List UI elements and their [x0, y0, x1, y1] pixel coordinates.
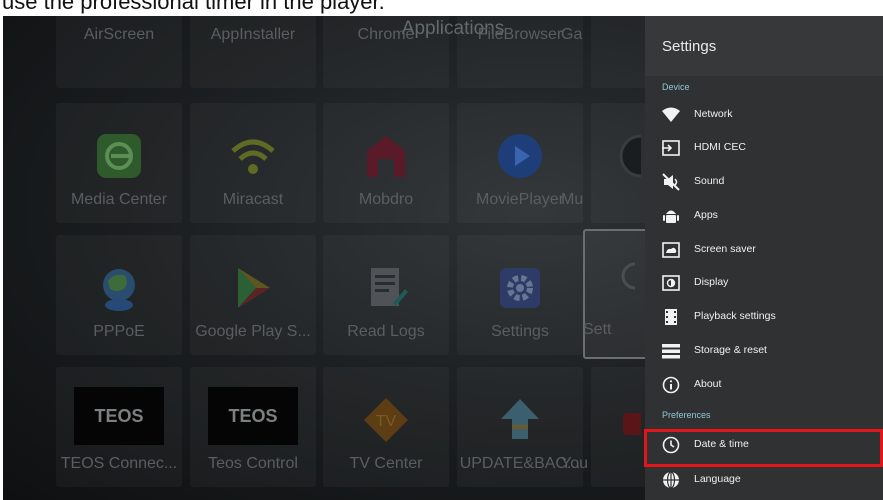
settings-item-about[interactable]: About	[645, 368, 883, 402]
screen-saver-icon	[662, 242, 680, 258]
info-icon	[662, 376, 680, 394]
update-arrow-icon	[501, 399, 539, 439]
movieplayer-icon	[498, 134, 542, 178]
settings-item-label: Sound	[694, 175, 725, 187]
storage-icon	[662, 344, 680, 359]
app-tile-pppoe[interactable]: PPPoE	[56, 235, 182, 355]
mobdro-icon	[367, 136, 405, 177]
settings-item-label: Display	[694, 276, 729, 288]
app-label: Ga	[561, 26, 583, 43]
tv-logo-text: TV	[376, 413, 397, 430]
app-tile-read-logs[interactable]: Read Logs	[323, 235, 449, 355]
teos-logo: TEOS	[208, 387, 298, 445]
settings-header: Settings	[645, 16, 883, 76]
film-icon	[665, 309, 677, 325]
android-icon	[663, 210, 679, 223]
instruction-caption: use the professional timer in the player…	[0, 0, 883, 16]
app-tile-miracast[interactable]: Miracast	[190, 103, 316, 223]
settings-item-screen-saver[interactable]: Screen saver	[645, 233, 883, 267]
settings-gear-icon	[500, 268, 540, 308]
settings-icon	[621, 262, 635, 290]
app-tile-tv-center[interactable]: TV TV Center	[323, 367, 449, 487]
app-tile-airscreen[interactable]: AirScreen	[56, 16, 182, 88]
settings-item-label: Network	[694, 108, 733, 120]
settings-item-label: Storage & reset	[694, 344, 767, 356]
settings-title: Settings	[662, 38, 717, 55]
app-tile-appinstaller[interactable]: AppInstaller	[190, 16, 316, 88]
app-tile-chrome[interactable]: Chrome	[323, 16, 449, 88]
globe-icon	[663, 471, 679, 489]
app-label: You	[561, 455, 588, 472]
app-label: Settings	[491, 323, 549, 340]
section-device-label: Device	[662, 82, 690, 92]
sound-muted-icon	[662, 173, 680, 191]
settings-item-label: HDMI CEC	[694, 141, 746, 153]
settings-panel: Settings Device Network HDMI CEC Sound A…	[645, 16, 883, 500]
pppoe-icon	[103, 269, 135, 311]
hdmi-input-icon	[662, 140, 680, 156]
app-tile-settings[interactable]: Settings	[457, 235, 583, 355]
wifi-icon	[662, 107, 680, 122]
app-tile-teos-control[interactable]: TEOS Teos Control	[190, 367, 316, 487]
app-tile-google-play-store[interactable]: Google Play S...	[190, 235, 316, 355]
settings-item-label: Playback settings	[694, 310, 776, 322]
music-icon	[619, 134, 641, 178]
section-preferences-label: Preferences	[662, 410, 711, 420]
google-play-icon	[238, 268, 270, 308]
date-time-highlight-box	[644, 429, 883, 467]
app-label: Mu	[561, 191, 584, 208]
settings-item-apps[interactable]: Apps	[645, 199, 883, 233]
settings-item-label: Screen saver	[694, 243, 756, 255]
miracast-icon	[231, 139, 275, 174]
settings-item-storage-reset[interactable]: Storage & reset	[645, 334, 883, 368]
app-tile-mobdro[interactable]: Mobdro	[323, 103, 449, 223]
app-tile-teos-connect[interactable]: TEOS TEOS Connec...	[56, 367, 182, 487]
settings-item-sound[interactable]: Sound	[645, 165, 883, 199]
read-logs-icon	[371, 268, 408, 306]
youtube-icon	[623, 413, 641, 435]
settings-item-display[interactable]: Display	[645, 266, 883, 300]
tv-center-icon: TV	[364, 398, 408, 442]
settings-item-label: About	[694, 378, 722, 390]
settings-item-hdmi-cec[interactable]: HDMI CEC	[645, 131, 883, 165]
app-tile-media-center[interactable]: Media Center	[56, 103, 182, 223]
settings-item-playback-settings[interactable]: Playback settings	[645, 300, 883, 334]
caption-text: use the professional timer in the player…	[2, 0, 385, 14]
settings-item-label: Apps	[694, 209, 718, 221]
display-icon	[662, 275, 680, 291]
app-label: Sett	[583, 321, 612, 338]
settings-item-network[interactable]: Network	[645, 98, 883, 132]
media-center-icon	[97, 134, 141, 178]
settings-item-language[interactable]: Language	[645, 463, 883, 497]
settings-item-label: Language	[694, 473, 741, 485]
teos-logo: TEOS	[74, 387, 164, 445]
